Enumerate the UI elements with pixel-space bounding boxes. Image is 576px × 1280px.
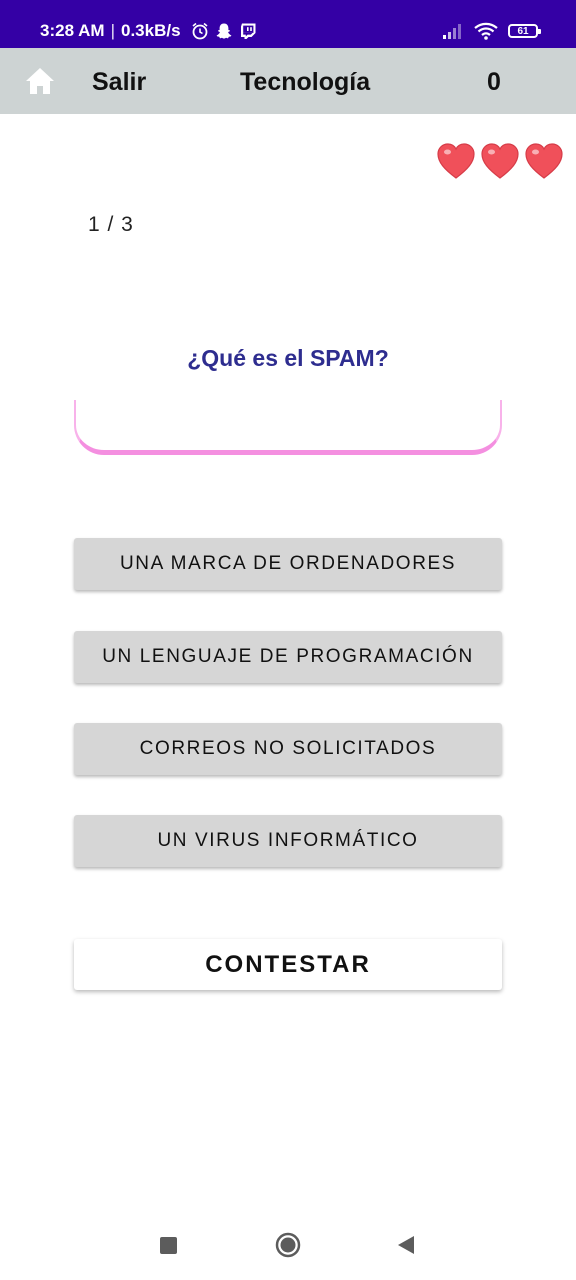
twitch-icon <box>240 23 256 39</box>
answer-option-2[interactable]: UN LENGUAJE DE PROGRAMACIÓN <box>74 631 502 683</box>
system-icons: 61 <box>442 22 541 40</box>
question-underline <box>74 400 502 455</box>
status-bar: 3:28 AM | 0.3kB/s 61 <box>0 0 576 48</box>
network-speed: 0.3kB/s <box>120 21 181 40</box>
recents-button[interactable] <box>160 1237 177 1254</box>
alarm-icon <box>192 22 208 40</box>
status-left: 3:28 AM | 0.3kB/s <box>40 21 257 41</box>
heart-icon <box>481 143 519 179</box>
answer-option-4[interactable]: UN VIRUS INFORMÁTICO <box>74 815 502 867</box>
signal-icon <box>443 24 461 39</box>
score-value: 0 <box>487 68 501 96</box>
home-button[interactable] <box>275 1232 301 1258</box>
battery-level: 61 <box>517 25 529 37</box>
submit-answer-button[interactable]: CONTESTAR <box>74 939 502 990</box>
back-button[interactable] <box>397 1235 415 1255</box>
quiz-screen: 3:28 AM | 0.3kB/s 61 Salir Tecnología 0 … <box>0 0 576 1280</box>
question-text: ¿Qué es el SPAM? <box>187 345 389 371</box>
status-separator: | <box>110 21 115 40</box>
answer-option-3[interactable]: CORREOS NO SOLICITADOS <box>74 723 502 775</box>
system-nav-bar <box>0 1210 576 1280</box>
lives-indicator <box>436 142 564 180</box>
answer-option-1[interactable]: UNA MARCA DE ORDENADORES <box>74 538 502 590</box>
battery-icon: 61 <box>508 24 541 38</box>
notification-icons <box>191 22 257 40</box>
app-header: Salir Tecnología 0 <box>0 48 576 114</box>
heart-icon <box>437 143 475 179</box>
wifi-icon <box>474 22 498 40</box>
exit-button[interactable]: Salir <box>92 68 146 97</box>
home-icon[interactable] <box>24 66 56 96</box>
heart-icon <box>525 143 563 179</box>
snapchat-icon <box>216 23 231 39</box>
question-progress: 1 / 3 <box>88 213 134 236</box>
status-time: 3:28 AM <box>40 21 105 40</box>
category-title: Tecnología <box>240 68 371 96</box>
